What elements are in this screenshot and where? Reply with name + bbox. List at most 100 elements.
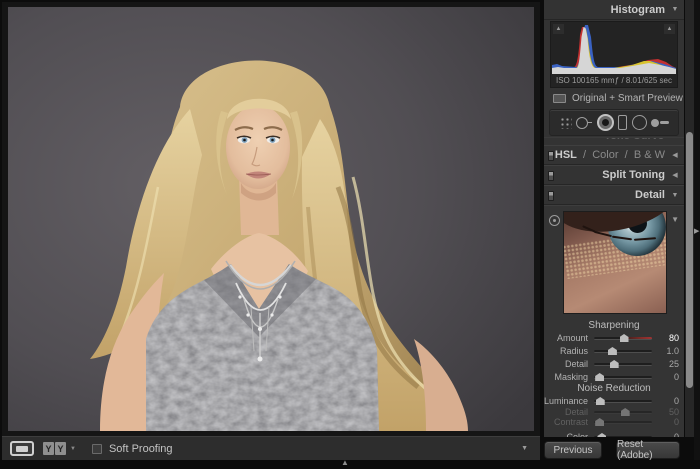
before-after-view-button[interactable]: Y Y — [43, 442, 66, 455]
split-toning-panel-toggle[interactable] — [548, 171, 554, 181]
luminance-slider-thumb[interactable] — [595, 397, 605, 405]
detail-zoom-target-button[interactable] — [549, 215, 560, 226]
histogram-title: Histogram — [610, 3, 665, 16]
graduated-filter-icon — [618, 115, 628, 130]
spot-removal-icon-tail — [588, 121, 593, 124]
histogram-display[interactable]: ▲ ▲ ISO 100 165 mm ƒ / 8.0 1/625 sec — [550, 21, 678, 88]
tone-curve-title: Tone Curve — [604, 138, 664, 142]
radius-slider-row: Radius 1.0 — [544, 345, 684, 357]
filmstrip-reveal-icon[interactable]: ▲ — [341, 458, 349, 467]
color-label: Color — [566, 432, 588, 437]
detail-panel-toggle[interactable] — [548, 191, 554, 201]
hsl-collapsed-icon: ◀ — [672, 152, 678, 159]
photo-stage — [2, 2, 540, 436]
sharpening-section-title: Sharpening — [588, 320, 640, 331]
nr-contrast-slider-thumb[interactable] — [595, 418, 605, 426]
panel-scrollbar-thumb[interactable] — [686, 132, 693, 388]
color-slider[interactable] — [594, 431, 652, 437]
spot-removal-tool-button[interactable] — [576, 113, 593, 133]
amount-value[interactable]: 80 — [660, 333, 684, 343]
detail-preview-collapse-icon[interactable]: ▼ — [671, 215, 679, 224]
luminance-value[interactable]: 0 — [660, 396, 684, 406]
masking-value[interactable]: 0 — [660, 372, 684, 382]
smart-preview-icon — [553, 94, 566, 103]
soft-proofing-checkbox[interactable] — [91, 443, 102, 454]
detail-slider-track[interactable] — [594, 363, 652, 366]
detail-value[interactable]: 25 — [660, 359, 684, 369]
adjustment-brush-icon — [650, 118, 659, 127]
smart-preview-status[interactable]: Original + Smart Preview — [544, 90, 684, 107]
detail-label: Detail — [564, 359, 588, 369]
nr-contrast-slider[interactable] — [594, 416, 652, 428]
color-slider-row: Color 0 — [544, 431, 684, 437]
detail-slider-thumb[interactable] — [609, 360, 619, 368]
detail-slider[interactable] — [594, 358, 652, 370]
toolbar-dropdown-icon[interactable]: ▼ — [517, 443, 532, 454]
crop-overlay-tool-button[interactable] — [559, 113, 572, 133]
before-after-dropdown-icon[interactable]: ▼ — [70, 446, 76, 452]
reset-button[interactable]: Reset (Adobe) — [616, 439, 680, 461]
radius-slider-thumb[interactable] — [607, 347, 617, 355]
amount-slider[interactable] — [594, 332, 652, 344]
panel-reveal-right-icon[interactable]: ▶ — [694, 227, 699, 235]
split-toning-panel-header[interactable]: Split Toning ◀ — [544, 165, 684, 185]
graduated-filter-tool-button[interactable] — [618, 113, 628, 133]
panel-scrollbar[interactable] — [685, 0, 694, 437]
amount-label: Amount — [556, 333, 588, 343]
soft-proofing-label: Soft Proofing — [108, 442, 173, 455]
nr-contrast-slider-row: Contrast 0 — [544, 416, 684, 428]
exif-aperture: ƒ / 8.0 — [614, 76, 638, 85]
before-after-y-icon: Y — [43, 442, 54, 455]
exif-focal-length: 165 mm — [585, 76, 615, 85]
spot-removal-icon — [576, 116, 589, 129]
photo-preview[interactable] — [8, 7, 534, 431]
bottom-strip — [0, 460, 700, 469]
radius-label: Radius — [559, 346, 588, 356]
split-toning-collapsed-icon: ◀ — [672, 172, 678, 179]
tool-strip — [549, 109, 679, 136]
detail-zoom-preview[interactable] — [563, 211, 667, 314]
hsl-panel-toggle[interactable] — [548, 151, 554, 161]
amount-slider-thumb[interactable] — [619, 334, 629, 342]
nr-contrast-value[interactable]: 0 — [660, 417, 684, 427]
detail-slider-row: Detail 25 — [544, 358, 684, 370]
detail-expanded-icon: ▼ — [671, 191, 679, 199]
smart-preview-label: Original + Smart Preview — [572, 93, 683, 104]
nr-detail-slider-thumb[interactable] — [620, 408, 630, 416]
amount-slider-row: Amount 80 — [544, 332, 684, 344]
crop-overlay-icon — [559, 116, 572, 129]
radius-slider[interactable] — [594, 345, 652, 357]
detail-panel-header[interactable]: Detail ▼ — [544, 185, 684, 205]
color-slider-thumb[interactable] — [597, 433, 607, 437]
detail-title: Detail — [635, 189, 665, 201]
red-eye-tool-button[interactable] — [596, 113, 614, 133]
adjustment-brush-icon-bar — [659, 121, 669, 124]
histogram-panel-header[interactable]: Histogram ▼ — [544, 0, 684, 20]
exif-readout: ISO 100 165 mm ƒ / 8.0 1/625 sec — [551, 76, 677, 85]
detail-panel-content: ▼ Sharpening Amount 80 Radius 1.0 Detail… — [544, 205, 684, 437]
color-value[interactable]: 0 — [660, 432, 684, 437]
exif-iso: ISO 100 — [556, 76, 586, 85]
tone-curve-panel-header[interactable]: Tone Curve — [544, 137, 684, 145]
masking-slider[interactable] — [594, 371, 652, 383]
masking-label: Masking — [554, 372, 588, 382]
previous-button[interactable]: Previous — [544, 441, 602, 459]
radial-filter-tool-button[interactable] — [631, 113, 647, 133]
red-eye-icon-pupil — [601, 119, 609, 126]
radius-value[interactable]: 1.0 — [660, 346, 684, 356]
loupe-view-button[interactable] — [10, 441, 34, 456]
hsl-panel-header[interactable]: HSL / Color / B & W ◀ — [544, 145, 684, 165]
masking-slider-thumb[interactable] — [595, 373, 605, 381]
radius-slider-track[interactable] — [594, 350, 652, 353]
loupe-view-icon — [16, 445, 28, 452]
bw-tab[interactable]: B & W — [634, 149, 665, 161]
red-eye-icon — [596, 114, 614, 131]
masking-slider-row: Masking 0 — [544, 371, 684, 383]
luminance-label: Luminance — [544, 396, 589, 406]
exif-shutter: 1/625 sec — [637, 76, 672, 85]
hsl-tab[interactable]: HSL — [555, 149, 577, 161]
histogram-expanded-icon: ▼ — [671, 6, 679, 13]
color-tab[interactable]: Color — [592, 149, 618, 161]
right-panel: Histogram ▼ ▲ ▲ ISO 100 165 mm ƒ / 8.0 1… — [544, 0, 684, 437]
adjustment-brush-tool-button[interactable] — [650, 113, 669, 133]
